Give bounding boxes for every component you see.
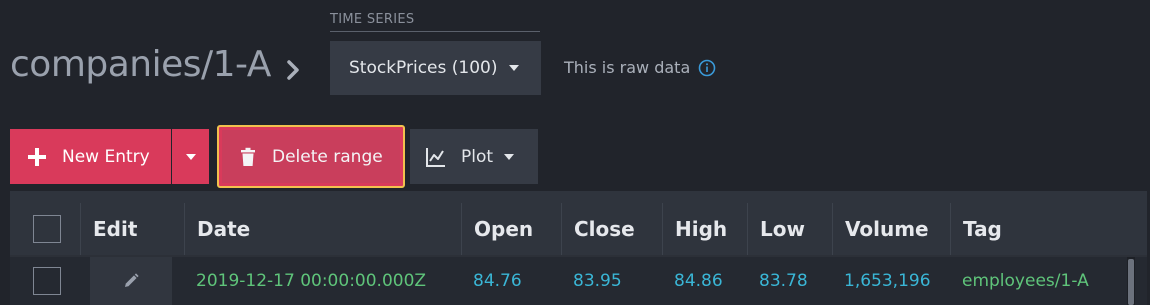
trash-icon xyxy=(241,147,255,166)
delete-range-button[interactable]: Delete range xyxy=(217,125,405,188)
column-header-low[interactable]: Low xyxy=(747,203,832,255)
select-all-cell xyxy=(10,203,80,255)
cell-close: 83.95 xyxy=(573,271,622,291)
cell-low: 83.78 xyxy=(759,271,808,291)
scrollbar-thumb[interactable] xyxy=(1128,259,1134,305)
cell-high: 84.86 xyxy=(674,271,723,291)
cell-tag[interactable]: employees/1-A xyxy=(950,257,1120,305)
plus-icon xyxy=(28,147,46,166)
raw-data-note: This is raw data xyxy=(564,58,716,77)
caret-down-icon xyxy=(508,65,519,71)
pencil-icon xyxy=(125,273,139,287)
column-header-edit: Edit xyxy=(80,203,184,255)
row-select-cell xyxy=(10,257,80,305)
row-checkbox[interactable] xyxy=(33,267,61,295)
new-entry-label: New Entry xyxy=(62,146,150,167)
chevron-right-icon xyxy=(287,60,299,80)
delete-range-label: Delete range xyxy=(272,146,383,167)
plot-label: Plot xyxy=(461,146,494,167)
caret-down-icon xyxy=(185,153,196,160)
caret-down-icon xyxy=(504,153,515,160)
column-header-high[interactable]: High xyxy=(662,203,747,255)
new-entry-dropdown-button[interactable] xyxy=(172,129,209,184)
table-scrollbar[interactable] xyxy=(1127,257,1135,305)
new-entry-button[interactable]: New Entry xyxy=(10,129,171,184)
plot-button[interactable]: Plot xyxy=(410,129,538,184)
time-series-table: Edit Date Open Close High Low Volume Tag… xyxy=(10,191,1147,305)
info-icon[interactable] xyxy=(698,59,716,77)
table-row[interactable]: 2019-12-17 00:00:00.000Z 84.76 83.95 84.… xyxy=(10,257,1147,305)
column-header-date[interactable]: Date xyxy=(184,203,461,255)
table-header: Edit Date Open Close High Low Volume Tag xyxy=(10,191,1147,255)
document-title: companies/1-A xyxy=(10,44,271,85)
cell-open: 84.76 xyxy=(473,271,522,291)
cell-date: 2019-12-17 00:00:00.000Z xyxy=(196,271,427,291)
time-series-label: TIME SERIES xyxy=(330,12,540,32)
raw-data-text: This is raw data xyxy=(564,58,691,77)
cell-volume: 1,653,196 xyxy=(844,271,931,291)
select-all-checkbox[interactable] xyxy=(33,215,61,243)
column-header-volume[interactable]: Volume xyxy=(832,203,950,255)
column-header-close[interactable]: Close xyxy=(561,203,662,255)
column-header-open[interactable]: Open xyxy=(461,203,561,255)
time-series-selected: StockPrices (100) xyxy=(349,58,498,78)
edit-cell[interactable] xyxy=(90,257,172,305)
line-chart-icon xyxy=(426,147,445,167)
time-series-dropdown[interactable]: StockPrices (100) xyxy=(330,41,541,95)
column-header-tag[interactable]: Tag xyxy=(950,203,1127,255)
